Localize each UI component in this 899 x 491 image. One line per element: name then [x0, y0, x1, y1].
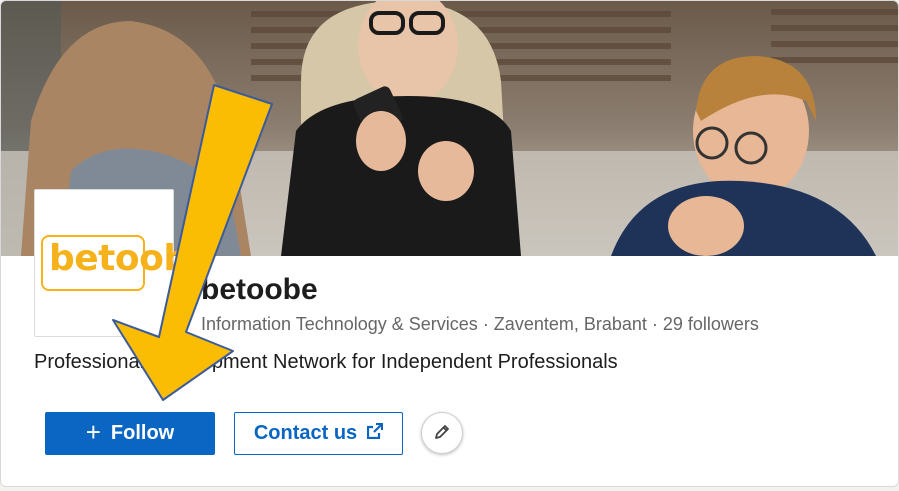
external-link-icon: [367, 422, 384, 445]
company-profile-card: betoobe betoobe Information Technology &…: [0, 0, 899, 487]
plus-icon: +: [85, 417, 101, 447]
contact-us-button[interactable]: Contact us: [234, 412, 403, 455]
logo-wordmark: betoobe: [49, 238, 213, 279]
company-logo[interactable]: betoobe: [34, 189, 213, 337]
edit-button[interactable]: [421, 412, 463, 454]
follow-label: Follow: [110, 422, 175, 444]
follow-button[interactable]: + Follow: [45, 412, 215, 455]
pencil-icon: [433, 423, 451, 444]
company-tagline: Professional Development Network for Ind…: [34, 351, 618, 373]
company-name: betoobe: [201, 273, 318, 306]
company-meta: Information Technology & Services · Zave…: [201, 314, 759, 334]
contact-label: Contact us: [253, 422, 358, 444]
